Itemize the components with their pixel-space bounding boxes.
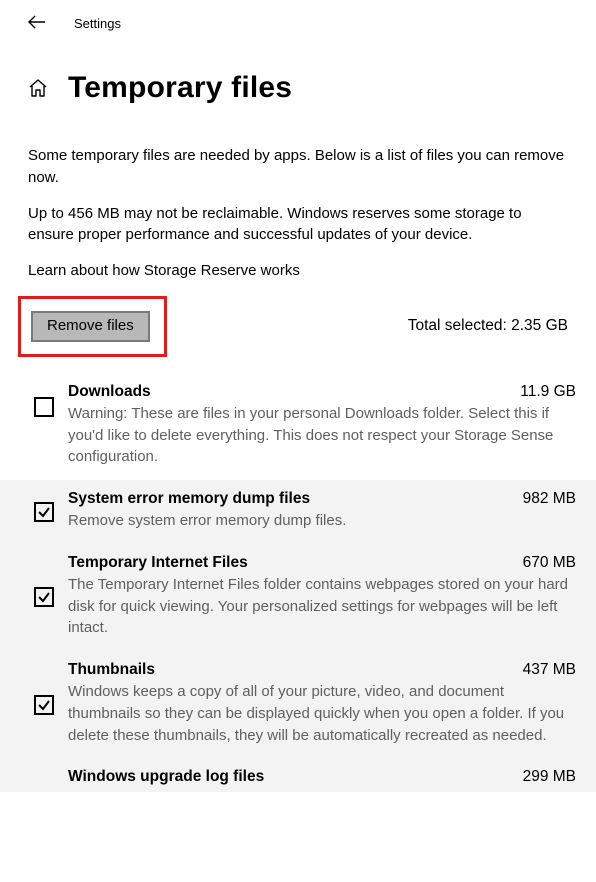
file-list: Downloads 11.9 GB Warning: These are fil… [0, 367, 596, 793]
remove-files-button[interactable]: Remove files [31, 311, 150, 342]
title-row: Temporary files [0, 43, 596, 123]
action-row: Remove files Total selected: 2.35 GB [0, 296, 596, 367]
highlight-box: Remove files [18, 296, 167, 357]
intro-text-1: Some temporary files are needed by apps.… [28, 145, 568, 189]
file-size: 11.9 GB [520, 383, 576, 401]
file-name: Temporary Internet Files [68, 554, 248, 572]
total-selected-label: Total selected: 2.35 GB [408, 317, 568, 335]
checkbox-thumbnails[interactable] [34, 695, 54, 715]
file-size: 670 MB [523, 554, 576, 572]
header-label: Settings [74, 16, 121, 31]
file-desc: Windows keeps a copy of all of your pict… [68, 681, 576, 746]
file-item-thumbnails[interactable]: Thumbnails 437 MB Windows keeps a copy o… [0, 651, 596, 758]
storage-reserve-link[interactable]: Learn about how Storage Reserve works [28, 260, 568, 282]
file-desc: Remove system error memory dump files. [68, 510, 576, 532]
home-icon[interactable] [28, 78, 48, 98]
file-item-downloads[interactable]: Downloads 11.9 GB Warning: These are fil… [0, 373, 596, 480]
file-item-upgrade-logs[interactable]: Windows upgrade log files 299 MB [0, 758, 596, 792]
back-icon[interactable] [28, 12, 46, 35]
file-name: System error memory dump files [68, 490, 310, 508]
page-title: Temporary files [68, 71, 292, 105]
checkbox-system-error-dump[interactable] [34, 502, 54, 522]
checkbox-downloads[interactable] [34, 397, 54, 417]
file-item-temp-internet[interactable]: Temporary Internet Files 670 MB The Temp… [0, 544, 596, 651]
file-desc: Warning: These are files in your persona… [68, 403, 576, 468]
file-name: Thumbnails [68, 661, 155, 679]
description-block: Some temporary files are needed by apps.… [0, 123, 596, 282]
header-bar: Settings [0, 0, 596, 43]
file-desc: The Temporary Internet Files folder cont… [68, 574, 576, 639]
file-size: 299 MB [523, 768, 576, 786]
file-name: Downloads [68, 383, 151, 401]
checkbox-temp-internet[interactable] [34, 587, 54, 607]
file-item-system-error-dump[interactable]: System error memory dump files 982 MB Re… [0, 480, 596, 544]
intro-text-2: Up to 456 MB may not be reclaimable. Win… [28, 203, 568, 247]
file-size: 982 MB [523, 490, 576, 508]
file-name: Windows upgrade log files [68, 768, 264, 786]
file-size: 437 MB [523, 661, 576, 679]
